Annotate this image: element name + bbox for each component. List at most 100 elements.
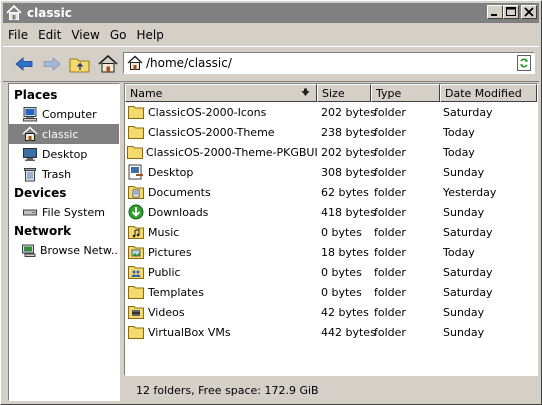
file-row[interactable]: ClassicOS-2000-Icons 202 bytes folder Satur…	[125, 102, 537, 122]
file-row[interactable]: ClassicOS-2000-Theme-PKGBUILD 202 bytes fo…	[125, 142, 537, 162]
file-row[interactable]: Documents 62 bytes folder Yesterday	[125, 182, 537, 202]
file-row[interactable]: Public 0 bytes folder Saturday	[125, 262, 537, 282]
file-size: 42 bytes	[321, 305, 369, 319]
back-button[interactable]	[11, 52, 37, 76]
file-type: folder	[374, 205, 406, 219]
file-date: Sunday	[443, 305, 485, 319]
file-date: Saturday	[443, 285, 493, 299]
column-header-label: Name	[130, 86, 163, 100]
sidebar-item-label: classic	[42, 127, 79, 141]
sidebar-item-trash[interactable]: Trash	[9, 164, 119, 184]
menu-help[interactable]: Help	[131, 28, 168, 42]
close-button[interactable]	[521, 5, 537, 19]
file-name-cell: Music	[125, 224, 317, 240]
status-text: 12 folders, Free space: 172.9 GiB	[136, 383, 319, 397]
menu-file[interactable]: File	[3, 28, 33, 42]
folder-icon	[127, 144, 143, 160]
file-type: folder	[374, 145, 406, 159]
file-type: folder	[374, 285, 406, 299]
file-row[interactable]: Templates 0 bytes folder Saturday	[125, 282, 537, 302]
documents-folder-icon	[127, 184, 145, 200]
file-date: Today	[443, 145, 475, 159]
menu-edit[interactable]: Edit	[33, 28, 66, 42]
sidebar-item-computer[interactable]: Computer	[9, 104, 119, 124]
home-icon	[21, 125, 39, 143]
file-row[interactable]: VirtualBox VMs 442 bytes folder Sunday	[125, 322, 537, 342]
sort-descending-icon	[301, 88, 310, 96]
file-type: folder	[374, 125, 406, 139]
file-name: Templates	[148, 285, 204, 299]
file-date: Sunday	[443, 325, 485, 339]
maximize-icon	[506, 7, 516, 16]
file-size: 308 bytes	[321, 165, 376, 179]
file-name-cell: Documents	[125, 184, 317, 200]
sidebar-heading-network: Network	[14, 224, 72, 238]
file-row[interactable]: Music 0 bytes folder Saturday	[125, 222, 537, 242]
column-header-label: Date Modified	[445, 86, 522, 100]
toolbar: /home/classic/	[3, 46, 539, 82]
file-date: Sunday	[443, 205, 485, 219]
file-name-cell: Videos	[125, 304, 317, 320]
minimize-button[interactable]	[487, 5, 503, 19]
up-button[interactable]	[67, 52, 93, 76]
file-type: folder	[374, 165, 406, 179]
folder-icon	[127, 324, 145, 340]
forward-button[interactable]	[39, 52, 65, 76]
column-header-label: Type	[376, 86, 402, 100]
sidebar-item-classic[interactable]: classic	[9, 124, 119, 144]
menu-go[interactable]: Go	[105, 28, 132, 42]
menu-view[interactable]: View	[66, 28, 104, 42]
status-bar: 12 folders, Free space: 172.9 GiB	[124, 379, 538, 401]
file-row[interactable]: ClassicOS-2000-Theme 238 bytes folder Today	[125, 122, 537, 142]
column-header-type[interactable]: Type	[371, 84, 440, 102]
file-name: Documents	[148, 185, 211, 199]
column-header-size[interactable]: Size	[317, 84, 371, 102]
file-name: ClassicOS-2000-Theme	[148, 125, 275, 139]
close-icon	[524, 7, 534, 17]
window-title: classic	[27, 6, 72, 20]
file-size: 202 bytes	[321, 145, 376, 159]
file-manager-window: classic File Edit View Go Help /home/cla…	[0, 0, 542, 405]
reload-icon	[517, 55, 531, 71]
menu-bar: File Edit View Go Help	[3, 25, 169, 44]
file-name: Downloads	[148, 205, 209, 219]
file-name: Pictures	[148, 245, 192, 259]
back-arrow-icon	[15, 57, 33, 71]
maximize-button[interactable]	[503, 5, 519, 19]
file-row[interactable]: Videos 42 bytes folder Sunday	[125, 302, 537, 322]
file-size: 202 bytes	[321, 105, 376, 119]
sidebar-item-desktop[interactable]: Desktop	[9, 144, 119, 164]
file-date: Sunday	[443, 165, 485, 179]
file-row[interactable]: Downloads 418 bytes folder Sunday	[125, 202, 537, 222]
file-type: folder	[374, 185, 406, 199]
file-size: 0 bytes	[321, 225, 362, 239]
music-folder-icon	[127, 224, 145, 240]
home-button[interactable]	[95, 52, 121, 76]
file-name-cell: Desktop	[125, 164, 317, 180]
sidebar-item-filesystem[interactable]: File System	[9, 202, 119, 222]
column-header-date[interactable]: Date Modified	[440, 84, 537, 102]
sidebar-heading-places: Places	[14, 88, 58, 102]
file-type: folder	[374, 225, 406, 239]
computer-icon	[21, 105, 39, 123]
file-size: 238 bytes	[321, 125, 376, 139]
file-row[interactable]: Pictures 18 bytes folder Today	[125, 242, 537, 262]
file-row[interactable]: Desktop 308 bytes folder Sunday	[125, 162, 537, 182]
title-bar[interactable]: classic	[3, 3, 539, 23]
file-name: Music	[148, 225, 180, 239]
sidebar-item-label: File System	[42, 205, 105, 219]
file-size: 62 bytes	[321, 185, 369, 199]
pictures-folder-icon	[127, 244, 145, 260]
sidebar-item-browse-network[interactable]: Browse Netw...	[9, 240, 119, 260]
location-path: /home/classic/	[146, 56, 232, 70]
home-icon	[6, 5, 22, 21]
column-header-name[interactable]: Name	[125, 84, 317, 102]
file-name-cell: Templates	[125, 284, 317, 300]
location-bar[interactable]: /home/classic/	[123, 52, 535, 74]
drive-icon	[21, 203, 39, 221]
desktop-folder-icon	[127, 164, 145, 180]
file-size: 0 bytes	[321, 285, 362, 299]
reload-button[interactable]	[516, 54, 532, 72]
network-icon	[21, 241, 37, 259]
file-name: ClassicOS-2000-Theme-PKGBUILD	[146, 145, 317, 159]
